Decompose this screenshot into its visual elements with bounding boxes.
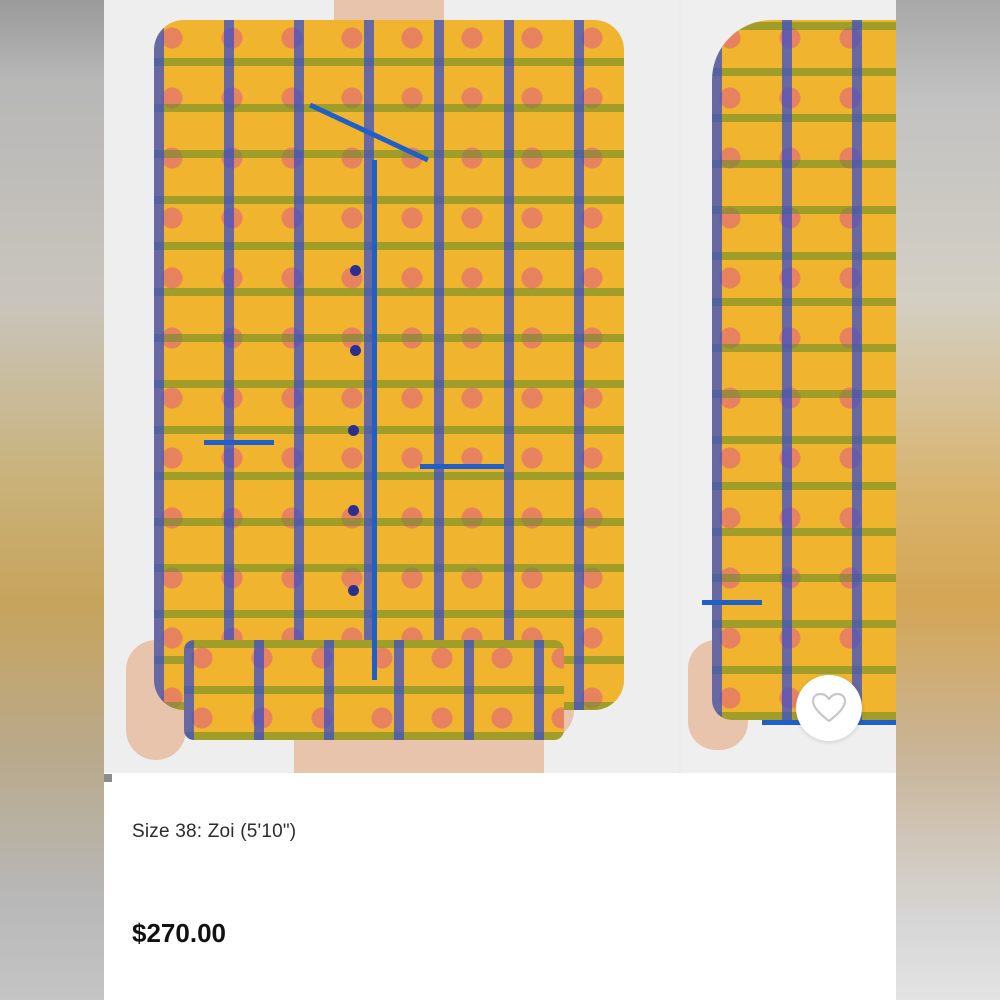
right-blur-background xyxy=(896,0,1000,1000)
product-info-panel xyxy=(104,783,896,1000)
product-image-carousel[interactable] xyxy=(104,0,896,773)
favorite-button[interactable] xyxy=(796,675,862,741)
heart-outline-icon xyxy=(811,692,847,723)
carousel-indicator xyxy=(104,774,112,782)
shirt-button xyxy=(350,345,361,356)
shirt-button xyxy=(348,505,359,516)
model-size-info: Size 38: Zoi (5'10") xyxy=(132,821,297,842)
model-front-photo[interactable] xyxy=(104,0,678,773)
shirt-button xyxy=(350,265,361,276)
shirt-button xyxy=(348,585,359,596)
model-side-photo[interactable] xyxy=(682,0,896,773)
right-pocket-piping xyxy=(420,464,504,469)
placket-piping xyxy=(372,160,377,680)
pajama-shirt xyxy=(154,20,624,710)
product-price: $270.00 xyxy=(132,918,226,948)
pajama-shirt-side xyxy=(712,20,896,720)
left-blur-background xyxy=(0,0,104,1000)
shirt-button xyxy=(348,425,359,436)
left-pocket-piping xyxy=(204,440,274,445)
cuff-piping xyxy=(702,600,762,605)
